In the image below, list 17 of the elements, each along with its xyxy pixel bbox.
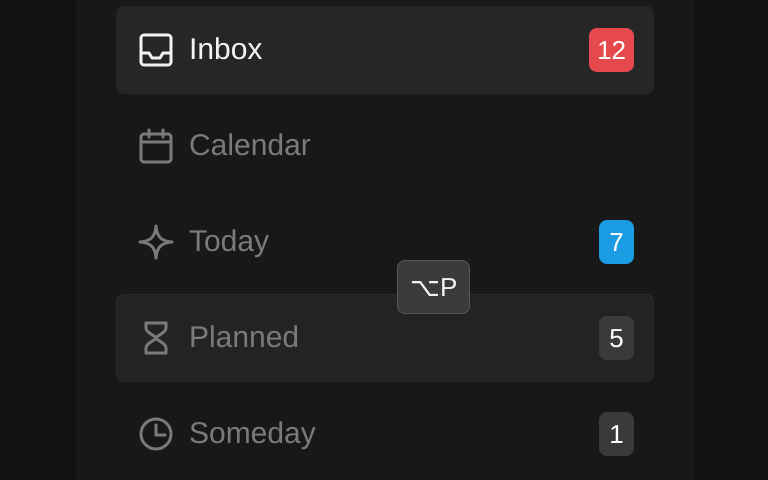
sidebar-item[interactable]: Calendar: [116, 102, 654, 190]
count-badge: 1: [599, 412, 634, 456]
calendar-icon: [137, 127, 175, 165]
clock-icon: [137, 415, 175, 453]
sparkle-icon: [137, 223, 175, 261]
count-badge: 12: [589, 28, 634, 72]
sidebar-item[interactable]: Someday 1: [116, 390, 654, 478]
count-badge: 5: [599, 316, 634, 360]
shortcut-tooltip: ⌥P: [397, 260, 470, 314]
item-label: Inbox: [189, 32, 262, 68]
inbox-icon: [137, 31, 175, 69]
count-badge: 7: [599, 220, 634, 264]
sidebar-item[interactable]: Inbox 12: [116, 6, 654, 94]
item-label: Today: [189, 224, 270, 260]
item-label: Someday: [189, 416, 316, 452]
item-label: Planned: [189, 320, 300, 356]
item-label: Calendar: [189, 128, 311, 164]
